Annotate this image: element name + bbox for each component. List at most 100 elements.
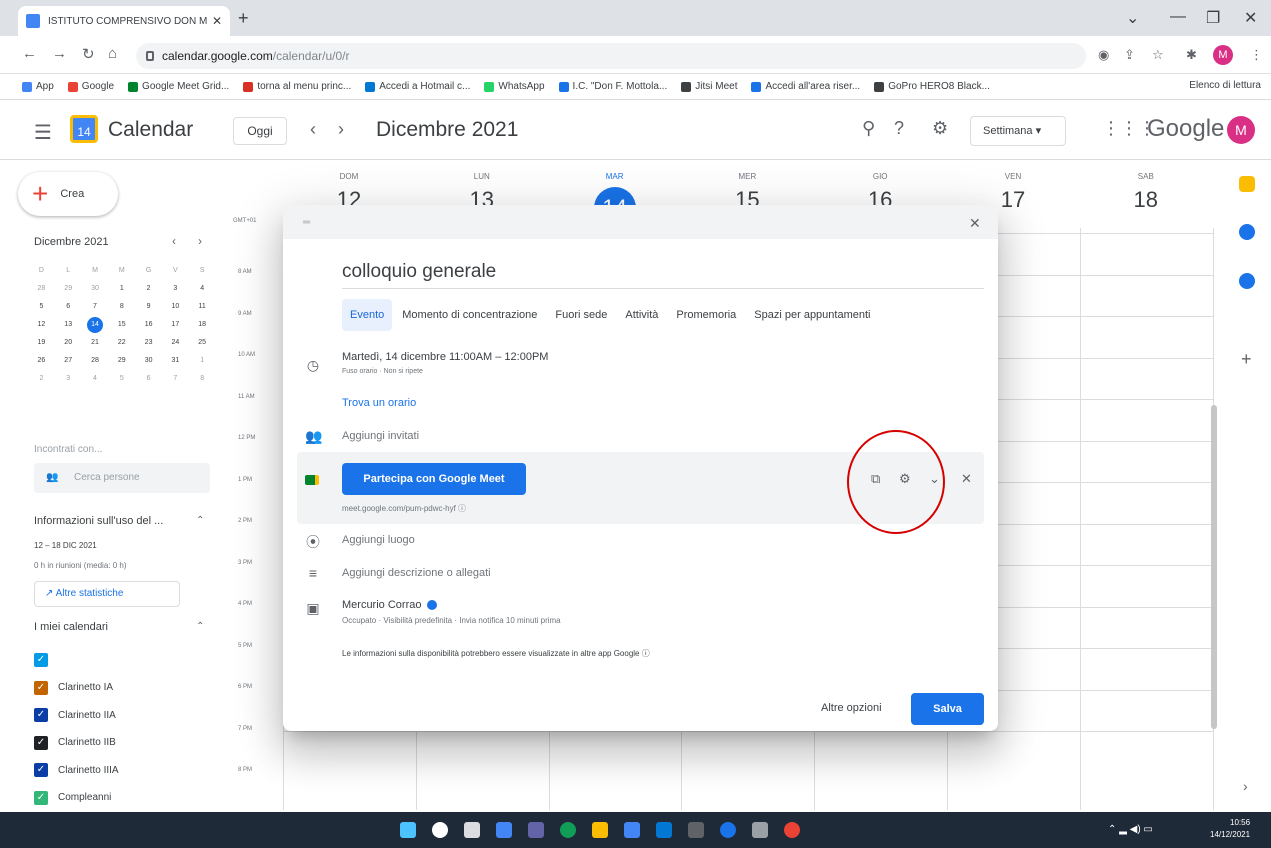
grid-scrollbar[interactable] [1211, 405, 1217, 729]
bookmark-item[interactable]: Google Meet Grid... [128, 81, 229, 92]
mini-day[interactable]: 11 [189, 298, 216, 316]
photos-icon[interactable] [752, 822, 768, 838]
start-icon[interactable] [400, 822, 416, 838]
mini-day[interactable]: 8 [108, 298, 135, 316]
task-view-icon[interactable] [464, 822, 480, 838]
mini-day[interactable]: 25 [189, 334, 216, 352]
mini-day[interactable]: 6 [135, 370, 162, 388]
skype-icon[interactable] [720, 822, 736, 838]
teams-icon[interactable] [528, 822, 544, 838]
calendar-list-item[interactable]: ✓ Clarinetto IIB [34, 733, 116, 753]
browser-profile-avatar[interactable]: M [1213, 45, 1233, 65]
tab-close-icon[interactable]: ✕ [212, 14, 222, 28]
mini-day[interactable]: 7 [162, 370, 189, 388]
mini-day[interactable]: 4 [189, 280, 216, 298]
mini-day[interactable]: 13 [55, 316, 82, 334]
calendar-list-item[interactable]: ✓ Clarinetto IIA [34, 705, 116, 725]
calendar-checkbox[interactable]: ✓ [34, 653, 48, 667]
clock[interactable]: 10:56 14/12/2021 [1210, 817, 1250, 841]
event-type-tab[interactable]: Momento di concentrazione [394, 299, 545, 331]
save-button[interactable]: Salva [911, 693, 984, 725]
mini-day[interactable]: 3 [55, 370, 82, 388]
mini-day[interactable]: 4 [82, 370, 109, 388]
share-icon[interactable]: ⇪ [1124, 47, 1135, 63]
new-tab-button[interactable]: + [238, 8, 249, 29]
browser-tab[interactable]: ISTITUTO COMPRENSIVO DON M... ✕ [18, 6, 230, 36]
bookmark-item[interactable]: App [22, 81, 54, 92]
event-status-summary[interactable]: Occupato · Visibilità predefinita · Invi… [342, 616, 561, 625]
mail-icon[interactable] [656, 822, 672, 838]
bookmark-item[interactable]: Accedi all'area riser... [751, 81, 860, 92]
mini-day[interactable]: 14 [82, 316, 109, 334]
tasks-icon[interactable] [1239, 224, 1255, 240]
next-week-icon[interactable]: › [338, 119, 344, 140]
event-type-tab[interactable]: Attività [617, 299, 666, 331]
browser-menu-icon[interactable]: ⋮ [1250, 47, 1263, 63]
mini-day[interactable]: 21 [82, 334, 109, 352]
forward-icon[interactable]: → [52, 45, 67, 62]
event-timezone-repeat[interactable]: Fuso orario · Non si ripete [342, 368, 423, 375]
event-title-input[interactable]: colloquio generale [342, 259, 984, 289]
view-select[interactable]: Settimana ▾ [970, 116, 1066, 146]
search-taskbar-icon[interactable] [432, 822, 448, 838]
event-datetime[interactable]: Martedì, 14 dicembre 11:00AM – 12:00PM [342, 351, 548, 363]
meet-link[interactable]: meet.google.com/pum-pdwc-hyf ⓘ [342, 503, 466, 514]
calendar-checkbox[interactable]: ✓ [34, 680, 48, 695]
bookmark-item[interactable]: GoPro HERO8 Black... [874, 81, 990, 92]
keep-icon[interactable] [1239, 176, 1255, 192]
search-icon[interactable]: ⚲ [862, 118, 875, 139]
bookmark-item[interactable]: Jitsi Meet [681, 81, 737, 92]
mini-day[interactable]: 1 [189, 352, 216, 370]
contacts-icon[interactable] [1239, 273, 1255, 289]
mini-day[interactable]: 29 [55, 280, 82, 298]
home-icon[interactable]: ⌂ [108, 45, 117, 62]
find-time-link[interactable]: Trova un orario [342, 397, 416, 409]
mini-day[interactable]: 30 [135, 352, 162, 370]
mini-day[interactable]: 5 [28, 298, 55, 316]
collapse-usage-icon[interactable]: ⌃ [196, 515, 204, 526]
event-type-tab[interactable]: Promemoria [668, 299, 744, 331]
add-location-input[interactable]: Aggiungi luogo [342, 534, 415, 546]
mini-day[interactable]: 29 [108, 352, 135, 370]
settings-gear-icon[interactable]: ⚙ [932, 118, 948, 139]
extensions-icon[interactable]: ✱ [1186, 47, 1197, 63]
mini-day[interactable]: 7 [82, 298, 109, 316]
edge-icon[interactable] [560, 822, 576, 838]
bookmark-item[interactable]: I.C. "Don F. Mottola... [558, 81, 667, 92]
bookmark-item[interactable]: torna al menu princ... [243, 81, 351, 92]
calendar-list-item[interactable]: ✓ Clarinetto IA [34, 678, 113, 698]
mini-day[interactable]: 28 [82, 352, 109, 370]
mini-day[interactable]: 30 [82, 280, 109, 298]
day-header[interactable]: SAB 18 [1080, 172, 1212, 213]
mini-day[interactable]: 28 [28, 280, 55, 298]
collapse-calendars-icon[interactable]: ⌃ [196, 621, 204, 632]
bookmark-item[interactable]: Accedi a Hotmail c... [365, 81, 470, 92]
minimize-icon[interactable]: — [1170, 8, 1186, 26]
mini-day[interactable]: 23 [135, 334, 162, 352]
system-tray-icons[interactable]: ⌃ ▂ ◀) ▭ [1108, 824, 1153, 835]
dialog-drag-bar[interactable] [283, 205, 998, 239]
account-avatar[interactable]: M [1227, 116, 1255, 144]
url-input[interactable]: calendar.google.com /calendar/u/0/r [136, 43, 1086, 69]
event-type-tab[interactable]: Fuori sede [547, 299, 615, 331]
mini-day[interactable]: 31 [162, 352, 189, 370]
mini-day[interactable]: 5 [108, 370, 135, 388]
mini-day[interactable]: 24 [162, 334, 189, 352]
mini-day[interactable]: 2 [135, 280, 162, 298]
file-explorer-icon[interactable] [592, 822, 608, 838]
mini-day[interactable]: 19 [28, 334, 55, 352]
widgets-icon[interactable] [496, 822, 512, 838]
store-icon[interactable] [624, 822, 640, 838]
calendar-list-item[interactable]: ✓ Compleanni [34, 788, 111, 808]
more-stats-button[interactable]: ↗ Altre statistiche [34, 581, 180, 607]
calendar-checkbox[interactable]: ✓ [34, 763, 48, 777]
mini-day[interactable]: 9 [135, 298, 162, 316]
calendar-list-item[interactable]: ✓ [34, 650, 58, 670]
search-people-input[interactable]: 👥 Cerca persone [34, 463, 210, 493]
calendar-list-item[interactable]: ✓ Clarinetto IIIA [34, 760, 119, 780]
mini-day[interactable]: 12 [28, 316, 55, 334]
app-icon[interactable] [688, 822, 704, 838]
mini-day[interactable]: 8 [189, 370, 216, 388]
drag-handle-icon[interactable]: ═ [303, 217, 310, 228]
bookmark-star-icon[interactable]: ☆ [1152, 47, 1164, 63]
